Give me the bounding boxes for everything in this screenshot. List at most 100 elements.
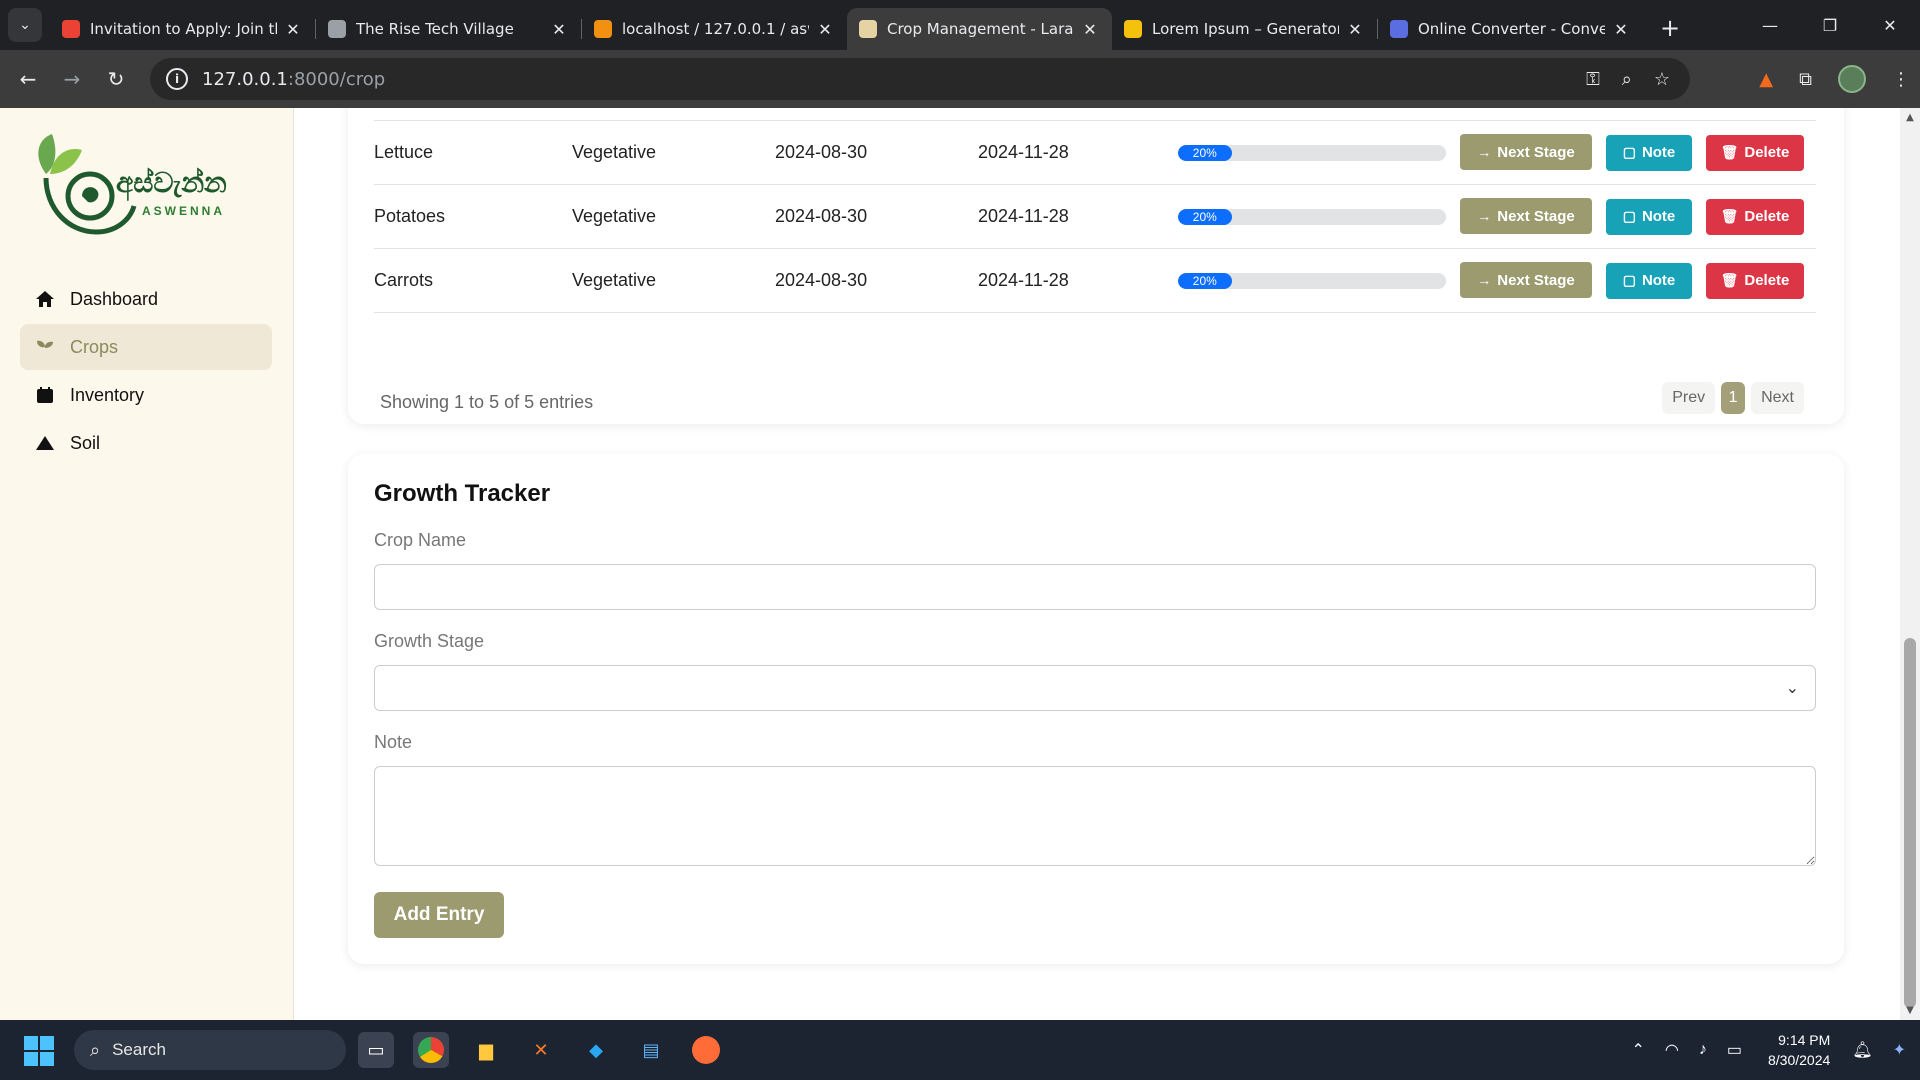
tab-title: The Rise Tech Village xyxy=(356,20,514,38)
reload-icon[interactable]: ↻ xyxy=(94,57,138,101)
tab-search-button[interactable]: ⌄ xyxy=(8,8,42,42)
bookmark-star-icon[interactable]: ☆ xyxy=(1654,69,1670,90)
clock-date: 8/30/2024 xyxy=(1767,1052,1831,1068)
extension-fox-icon[interactable]: ▲ xyxy=(1759,69,1773,90)
sidebar-item-label: Inventory xyxy=(70,384,145,405)
next-stage-button[interactable]: → Next Stage xyxy=(1460,134,1592,171)
browser-tab-strip: ⌄ Invitation to Apply: Join the ✕ The Rise… xyxy=(0,0,1920,50)
copilot-icon[interactable]: ✦ xyxy=(1893,1040,1906,1060)
delete-button[interactable]: 🗑︎ Delete xyxy=(1706,198,1804,235)
zoom-icon[interactable]: ⌕ xyxy=(1622,69,1632,90)
growth-stage-select[interactable]: ⌄ xyxy=(374,665,1816,711)
windows-start-icon[interactable] xyxy=(24,1036,54,1066)
delete-button[interactable]: 🗑︎ Delete xyxy=(1706,134,1804,171)
sidebar-item-label: Dashboard xyxy=(70,288,159,309)
close-tab-icon[interactable]: ✕ xyxy=(549,20,569,39)
delete-button[interactable]: 🗑︎ Delete xyxy=(1706,262,1804,299)
arrow-right-icon: → xyxy=(1477,208,1492,225)
restore-icon[interactable]: ❐ xyxy=(1800,0,1860,50)
taskbar-search[interactable]: ⌕ Search xyxy=(74,1030,346,1070)
note-button[interactable]: ▢ Note xyxy=(1606,198,1692,235)
forward-icon[interactable]: → xyxy=(50,57,94,101)
planted-date-cell: 2024-08-30 xyxy=(775,248,978,313)
pagination-page-1[interactable]: 1 xyxy=(1721,382,1746,414)
note-textarea[interactable] xyxy=(374,766,1816,866)
file-explorer-icon[interactable]: ▆ xyxy=(468,1032,504,1068)
back-icon[interactable]: ← xyxy=(6,57,50,101)
delete-label: Delete xyxy=(1744,144,1790,162)
sidebar-item-dashboard[interactable]: Dashboard xyxy=(20,276,272,322)
wifi-icon[interactable]: ◠ xyxy=(1665,1040,1679,1060)
clock[interactable]: 9:14 PM 8/30/2024 xyxy=(1768,1030,1830,1070)
sidebar-item-inventory[interactable]: Inventory xyxy=(20,372,272,418)
add-entry-button[interactable]: Add Entry xyxy=(374,892,504,938)
vscode-icon[interactable]: ◆ xyxy=(578,1032,614,1068)
volume-icon[interactable]: ♪ xyxy=(1699,1041,1707,1059)
page-scrollbar[interactable]: ▲ ▼ xyxy=(1900,108,1920,1020)
sidebar-item-crops[interactable]: Crops xyxy=(20,324,272,370)
growth-tracker-card: Growth Tracker Crop Name Growth Stage ⌄ … xyxy=(348,454,1844,964)
next-stage-label: Next Stage xyxy=(1497,207,1575,225)
battery-icon[interactable]: ▭ xyxy=(1727,1040,1742,1060)
url-input[interactable]: i 127.0.0.1:8000/crop ⚿ ⌕ ☆ xyxy=(150,58,1690,100)
crop-stage-cell: Vegetative xyxy=(572,184,775,249)
next-stage-button[interactable]: → Next Stage xyxy=(1460,262,1592,299)
close-tab-icon[interactable]: ✕ xyxy=(1345,20,1365,39)
progress-bar: 20% xyxy=(1178,272,1446,289)
next-stage-label: Next Stage xyxy=(1497,271,1575,289)
extensions-puzzle-icon[interactable]: ⧉ xyxy=(1799,69,1812,90)
browser-tab[interactable]: Online Converter - Convert ✕ xyxy=(1378,8,1643,50)
note-button[interactable]: ▢ Note xyxy=(1606,134,1692,171)
postman-icon[interactable] xyxy=(688,1032,724,1068)
converter-icon xyxy=(1390,20,1408,38)
browser-tab[interactable]: Lorem Ipsum – Generator, ✕ xyxy=(1112,8,1377,50)
tray-overflow-icon[interactable]: ⌃ xyxy=(1631,1040,1644,1060)
phpmyadmin-icon xyxy=(594,20,612,38)
next-stage-button[interactable]: → Next Stage xyxy=(1460,198,1592,235)
password-key-icon[interactable]: ⚿ xyxy=(1586,69,1600,90)
delete-label: Delete xyxy=(1744,272,1790,290)
aswenna-logo[interactable]: අස්වැන්න ASWENNA xyxy=(28,128,258,238)
mountain-icon xyxy=(34,432,56,454)
chrome-icon[interactable] xyxy=(413,1032,449,1068)
more-menu-icon[interactable]: ⋮ xyxy=(1892,69,1910,90)
home-icon xyxy=(34,288,56,310)
delete-label: Delete xyxy=(1744,208,1790,226)
browser-tab[interactable]: The Rise Tech Village ✕ xyxy=(316,8,581,50)
close-tab-icon[interactable]: ✕ xyxy=(1080,20,1100,39)
minimize-icon[interactable]: — xyxy=(1740,0,1800,50)
task-view-icon[interactable]: ▭ xyxy=(358,1032,394,1068)
scrollbar-thumb[interactable] xyxy=(1904,638,1916,1008)
close-tab-icon[interactable]: ✕ xyxy=(283,20,303,39)
note-button[interactable]: ▢ Note xyxy=(1606,262,1692,299)
actions-cell: → Next Stage ▢ Note 🗑︎ Delete xyxy=(1460,248,1816,313)
crop-name-input[interactable] xyxy=(374,564,1816,610)
site-info-icon[interactable]: i xyxy=(166,68,188,90)
note-label: Note xyxy=(1641,144,1676,162)
sidebar-item-soil[interactable]: Soil xyxy=(20,420,272,466)
trash-icon: 🗑︎ xyxy=(1720,208,1739,225)
arrow-right-icon: → xyxy=(1477,144,1492,161)
close-tab-icon[interactable]: ✕ xyxy=(815,20,835,39)
crop-stage-cell: Vegetative xyxy=(572,120,775,185)
address-bar: ← → ↻ i 127.0.0.1:8000/crop ⚿ ⌕ ☆ ▲ ⧉ ⋮ xyxy=(0,50,1920,108)
new-tab-button[interactable]: + xyxy=(1655,14,1685,42)
browser-tab[interactable]: localhost / 127.0.0.1 / aswe ✕ xyxy=(582,8,847,50)
tab-title: Crop Management - Larav xyxy=(887,20,1074,38)
notepad-icon[interactable]: ▤ xyxy=(633,1032,669,1068)
notification-bell-icon[interactable]: 🔔︎ xyxy=(1852,1040,1872,1060)
scroll-down-icon[interactable]: ▼ xyxy=(1900,1005,1920,1016)
harvest-date-cell: 2024-11-28 xyxy=(978,184,1178,249)
profile-avatar[interactable] xyxy=(1838,65,1866,93)
close-window-icon[interactable]: ✕ xyxy=(1860,0,1920,50)
xampp-icon[interactable]: ✕ xyxy=(523,1032,559,1068)
browser-tab[interactable]: Invitation to Apply: Join the ✕ xyxy=(50,8,315,50)
sidebar-item-label: Crops xyxy=(70,336,119,357)
pagination-prev[interactable]: Prev xyxy=(1662,382,1716,414)
close-tab-icon[interactable]: ✕ xyxy=(1611,20,1631,39)
pagination-next[interactable]: Next xyxy=(1751,382,1804,414)
chevron-down-icon: ⌄ xyxy=(1785,678,1799,697)
progress-bar: 20% xyxy=(1178,144,1446,161)
browser-tab[interactable]: Crop Management - Larav ✕ xyxy=(847,8,1112,50)
scroll-up-icon[interactable]: ▲ xyxy=(1900,112,1920,123)
